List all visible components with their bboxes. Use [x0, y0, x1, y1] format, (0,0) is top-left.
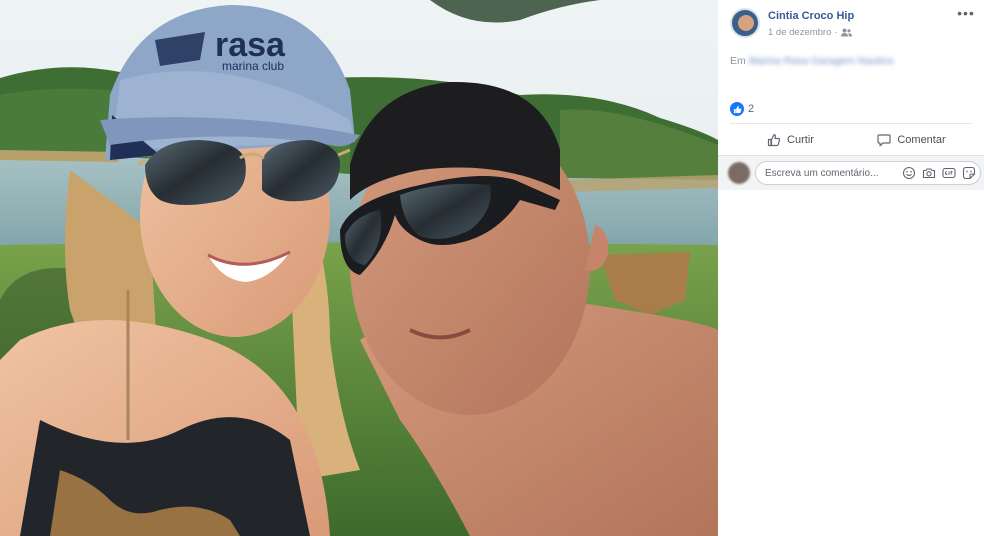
emoji-icon[interactable]: [902, 166, 916, 180]
post-location: Em Marina Rasa Garagem Nautica: [730, 55, 893, 67]
comment-placeholder: Escreva um comentário...: [765, 168, 879, 179]
reaction-count: 2: [748, 103, 755, 115]
location-link[interactable]: Marina Rasa Garagem Nautica: [749, 55, 894, 67]
author-name[interactable]: Cintia Croco Hip: [768, 10, 854, 22]
comment-composer: Escreva um comentário...: [718, 156, 984, 190]
like-icon: [767, 133, 781, 147]
location-prefix: Em: [730, 55, 746, 67]
comment-button[interactable]: Comentar: [851, 127, 972, 153]
photo-illustration: rasa marina club: [0, 0, 718, 536]
post-meta: 1 de dezembro ·: [768, 27, 852, 38]
like-label: Curtir: [787, 134, 814, 146]
svg-text:marina club: marina club: [222, 59, 284, 73]
viewer-avatar: [728, 162, 750, 184]
post-date[interactable]: 1 de dezembro: [768, 27, 831, 38]
post-header: Cintia Croco Hip 1 de dezembro · •••: [730, 6, 976, 42]
author-avatar[interactable]: [730, 8, 760, 38]
comment-icon: [877, 133, 891, 147]
more-icon[interactable]: •••: [956, 6, 976, 22]
like-reaction-icon: [730, 102, 744, 116]
comment-input[interactable]: Escreva um comentário...: [755, 161, 981, 185]
like-button[interactable]: Curtir: [730, 127, 851, 153]
post-photo[interactable]: rasa marina club: [0, 0, 718, 536]
meta-separator: ·: [834, 27, 838, 38]
friends-icon[interactable]: [840, 28, 852, 37]
sticker-icon[interactable]: [962, 166, 976, 180]
comment-label: Comentar: [897, 134, 946, 146]
divider: [730, 123, 972, 124]
gif-icon[interactable]: [942, 166, 956, 180]
reactions-summary[interactable]: 2: [730, 102, 754, 116]
post-side-panel: Cintia Croco Hip 1 de dezembro · ••• Em …: [718, 0, 984, 536]
comment-tools: [902, 166, 976, 180]
camera-icon[interactable]: [922, 166, 936, 180]
post-actions: Curtir Comentar: [730, 127, 972, 153]
